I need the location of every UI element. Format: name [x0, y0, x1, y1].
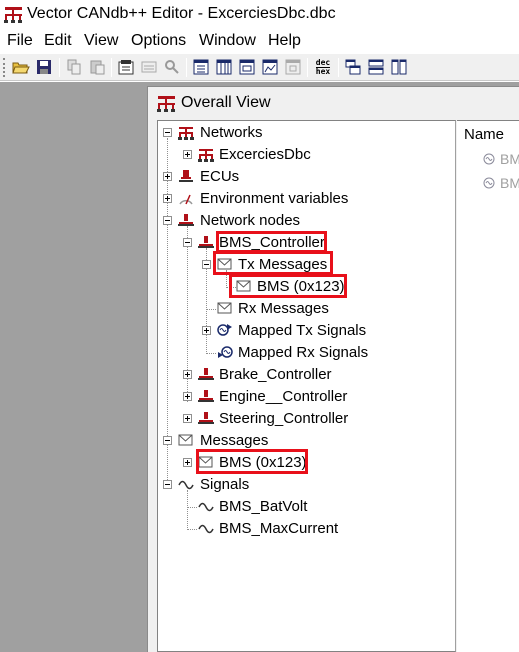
tree-node-env-vars[interactable]: Environment variables [200, 190, 348, 207]
toolbar: dec hex [0, 54, 519, 81]
properties-icon[interactable] [116, 57, 136, 77]
paste-icon[interactable] [87, 57, 107, 77]
overall-view-icon [157, 96, 175, 112]
menu-view[interactable]: View [84, 32, 118, 50]
tree-node-signals[interactable]: Signals [200, 476, 249, 493]
network-icon [178, 127, 194, 140]
mapped-signal-icon [483, 153, 495, 165]
table-view-icon[interactable] [214, 57, 234, 77]
list-row-label[interactable]: BMS [500, 175, 519, 191]
mapped-signal-icon [483, 177, 495, 189]
tree-node-sig-batvolt[interactable]: BMS_BatVolt [219, 498, 307, 515]
mapped-rx-signal-icon [218, 346, 233, 358]
toolbar-grip[interactable] [3, 58, 6, 77]
network-node-icon [198, 390, 214, 402]
collapse-toggle[interactable] [163, 216, 172, 225]
menu-edit[interactable]: Edit [44, 32, 72, 50]
app-network-icon [4, 7, 22, 23]
copy-icon[interactable] [64, 57, 84, 77]
collapse-toggle[interactable] [202, 260, 211, 269]
expand-toggle[interactable] [183, 414, 192, 423]
tree-node-sig-maxcurrent[interactable]: BMS_MaxCurrent [219, 520, 338, 537]
tile-vertical-icon[interactable] [389, 57, 409, 77]
collapse-toggle[interactable] [163, 480, 172, 489]
tree-node-steering-controller[interactable]: Steering_Controller [219, 410, 348, 427]
save-icon[interactable] [34, 57, 54, 77]
network-icon [198, 149, 214, 162]
signal-wave-icon [198, 502, 214, 512]
menu-help[interactable]: Help [268, 32, 301, 50]
env-variable-icon [179, 194, 193, 205]
tree-node-rx-messages[interactable]: Rx Messages [238, 300, 329, 317]
expand-toggle[interactable] [163, 172, 172, 181]
network-node-icon [198, 236, 214, 248]
expand-toggle[interactable] [183, 392, 192, 401]
menu-file[interactable]: File [7, 32, 33, 50]
tree-connector [206, 309, 216, 310]
cascade-icon[interactable] [343, 57, 363, 77]
collapse-toggle[interactable] [163, 436, 172, 445]
highlight-box [213, 251, 333, 275]
tree-node-network-db[interactable]: ExcerciesDbc [219, 146, 311, 163]
view-icon[interactable] [139, 57, 159, 77]
graph-view-icon[interactable] [260, 57, 280, 77]
tree-node-networks[interactable]: Networks [200, 124, 263, 141]
expand-toggle[interactable] [202, 326, 211, 335]
collapse-toggle[interactable] [163, 128, 172, 137]
tree-connector [187, 529, 197, 530]
tree-connector [167, 138, 168, 486]
tree-node-mapped-rx[interactable]: Mapped Rx Signals [238, 344, 368, 361]
dec-hex-icon[interactable]: dec hex [312, 57, 334, 77]
mapped-tx-signal-icon [217, 324, 232, 336]
find-icon[interactable] [162, 57, 182, 77]
expand-toggle[interactable] [163, 194, 172, 203]
tile-horizontal-icon[interactable] [366, 57, 386, 77]
highlight-box [229, 274, 347, 298]
ecu-icon [179, 170, 193, 182]
tree-node-network-nodes[interactable]: Network nodes [200, 212, 300, 229]
network-node-icon [178, 214, 194, 226]
extra-view-icon[interactable] [283, 57, 303, 77]
signal-view-icon[interactable] [237, 57, 257, 77]
child-window-title: Overall View [181, 94, 271, 111]
open-icon[interactable] [11, 57, 31, 77]
hex-label: hex [315, 66, 331, 76]
menu-options[interactable]: Options [131, 32, 186, 50]
message-envelope-icon [217, 302, 232, 314]
signal-wave-icon [198, 524, 214, 534]
tree-node-engine-controller[interactable]: Engine__Controller [219, 388, 347, 405]
network-node-icon [198, 412, 214, 424]
list-row-label[interactable]: BMS [500, 151, 519, 167]
signal-wave-icon [178, 480, 194, 490]
tree-node-mapped-tx[interactable]: Mapped Tx Signals [238, 322, 366, 339]
expand-toggle[interactable] [183, 370, 192, 379]
expand-toggle[interactable] [183, 458, 192, 467]
title-bar: Vector CANdb++ Editor - ExcerciesDbc.dbc [0, 0, 519, 30]
tree-node-ecus[interactable]: ECUs [200, 168, 239, 185]
tree-connector [187, 490, 188, 530]
menu-window[interactable]: Window [199, 32, 256, 50]
dec-label: dec [315, 57, 331, 67]
collapse-toggle[interactable] [183, 238, 192, 247]
highlight-box [216, 231, 327, 253]
overall-view-icon[interactable] [191, 57, 211, 77]
network-node-icon [198, 368, 214, 380]
list-pane[interactable] [457, 120, 519, 652]
message-envelope-icon [178, 434, 193, 446]
tree-connector [206, 353, 216, 354]
window-title: Vector CANdb++ Editor - ExcerciesDbc.dbc [27, 5, 336, 22]
menu-bar: File Edit View Options Window Help [0, 30, 519, 54]
expand-toggle[interactable] [183, 150, 192, 159]
toolbar-separator [307, 58, 308, 77]
tree-node-brake-controller[interactable]: Brake_Controller [219, 366, 332, 383]
toolbar-separator [111, 58, 112, 77]
toolbar-separator [338, 58, 339, 77]
list-column-name-header[interactable]: Name [464, 126, 504, 143]
toolbar-separator [59, 58, 60, 77]
tree-connector [187, 507, 197, 508]
highlight-box [196, 449, 308, 474]
tree-node-messages[interactable]: Messages [200, 432, 268, 449]
toolbar-separator [186, 58, 187, 77]
